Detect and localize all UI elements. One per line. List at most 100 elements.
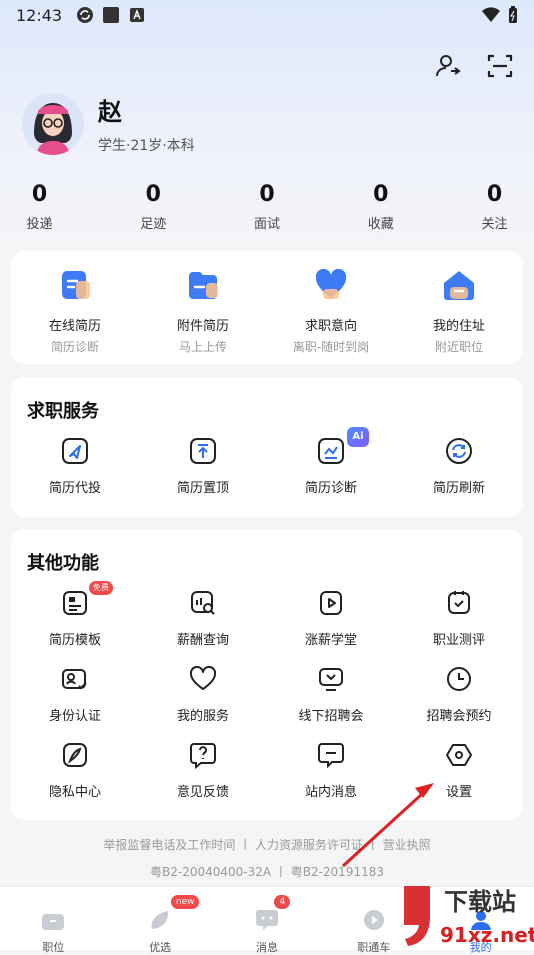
quick-title: 求职意向 (304, 319, 357, 334)
grid-label: 设置 (445, 785, 472, 800)
tab-label: 消息 (255, 941, 278, 954)
grid-label: 简历刷新 (432, 481, 485, 496)
battery-icon (509, 6, 517, 23)
career-test-button[interactable]: 职业测评 (395, 589, 523, 665)
watermark-title: 下载站 (444, 888, 516, 916)
stat-label: 面试 (253, 217, 280, 232)
feedback-button[interactable]: 意见反馈 (139, 741, 267, 817)
grid-label: 站内消息 (304, 785, 357, 800)
sync-icon (77, 7, 94, 23)
resume-delivery-button[interactable]: 简历代投 (11, 437, 139, 513)
resume-template-button[interactable]: 免费 简历模板 (11, 581, 139, 665)
message-bubble-icon (318, 743, 344, 769)
grid-label: 线下招聘会 (298, 709, 364, 724)
briefcase-icon (42, 911, 65, 930)
privacy-center-button[interactable]: 隐私中心 (11, 741, 139, 817)
grid-label: 简历置顶 (176, 481, 229, 496)
tab-messages[interactable]: 4 消息 (214, 887, 321, 954)
play-circle-icon (363, 910, 384, 930)
stat-label: 足迹 (140, 217, 167, 232)
offline-job-fair-button[interactable]: 线下招聘会 (267, 665, 395, 741)
salary-query-button[interactable]: 薪酬查询 (139, 589, 267, 665)
grid-label: 涨薪学堂 (304, 633, 357, 648)
avatar[interactable] (22, 92, 84, 155)
stats-row: 0 投递 0 足迹 0 面试 0 收藏 0 关注 (0, 182, 534, 232)
grid-label: 招聘会预约 (426, 709, 492, 724)
app-square-icon (103, 7, 120, 23)
quick-subtitle: 马上上传 (178, 340, 227, 354)
watermark-url: 91xz.net (440, 923, 534, 947)
home-icon (444, 271, 474, 300)
status-time: 12:43 (16, 5, 63, 25)
presentation-icon (319, 668, 343, 691)
ai-badge: Ai (347, 427, 369, 447)
quick-subtitle: 离职-随时到岗 (292, 340, 370, 354)
refresh-icon (446, 438, 472, 464)
stat-label: 关注 (481, 217, 508, 232)
resume-doc-icon (62, 271, 90, 299)
attachment-resume-button[interactable]: 附件简历 马上上传 (143, 251, 263, 355)
pin-top-icon (190, 438, 216, 464)
stat-deliveries[interactable]: 0 投递 (12, 182, 67, 232)
tab-jobs[interactable]: 职位 (0, 887, 107, 954)
grid-label: 简历代投 (48, 481, 101, 496)
heart-outline-icon (189, 665, 217, 690)
quick-title: 附件简历 (176, 319, 229, 334)
quick-actions-card: 在线简历 简历诊断 附件简历 马上上传 求职意向 离职-随时到岗 我的住址 附近… (11, 251, 523, 364)
settings-button[interactable]: 设置 (395, 741, 523, 817)
clock-icon (447, 667, 471, 691)
question-bubble-icon (190, 743, 216, 770)
a-icon (130, 8, 145, 22)
contact-switch-icon[interactable] (434, 52, 462, 80)
grid-label: 身份认证 (48, 709, 101, 724)
footer-line-1[interactable]: 举报监督电话及工作时间 丨 人力资源服务许可证 丨 营业执照 (0, 836, 534, 853)
stat-value: 0 (145, 182, 161, 207)
leaf-icon (151, 911, 169, 929)
stat-favorites[interactable]: 0 收藏 (353, 182, 408, 232)
grid-label: 职业测评 (432, 633, 485, 648)
stat-interviews[interactable]: 0 面试 (240, 182, 295, 232)
unread-count-badge: 4 (274, 895, 291, 909)
send-icon (62, 438, 88, 464)
salary-academy-button[interactable]: 涨薪学堂 (267, 589, 395, 665)
tab-label: 优选 (149, 941, 172, 954)
watermark-logo: 下载站 91xz.net (404, 886, 534, 947)
chat-icon (255, 910, 278, 930)
my-service-button[interactable]: 我的服务 (139, 665, 267, 741)
grid-label: 薪酬查询 (176, 633, 229, 648)
scan-icon[interactable] (486, 52, 514, 80)
quick-subtitle: 简历诊断 (50, 340, 99, 354)
site-message-button[interactable]: 站内消息 (267, 741, 395, 817)
quick-subtitle: 附近职位 (434, 340, 483, 354)
stat-value: 0 (259, 182, 275, 207)
identity-verify-button[interactable]: 身份认证 (11, 665, 139, 741)
resume-pin-button[interactable]: 简历置顶 (139, 437, 267, 513)
section-title: 其他功能 (27, 553, 99, 574)
profile-header[interactable]: 赵 学生·21岁·本科 (22, 92, 195, 155)
resume-diagnosis-button[interactable]: Ai 简历诊断 (267, 427, 395, 513)
calendar-check-icon (448, 591, 470, 614)
stat-value: 0 (373, 182, 389, 207)
status-bar: 12:43 (0, 0, 534, 30)
grid-label: 隐私中心 (48, 785, 101, 800)
section-title: 求职服务 (27, 401, 99, 422)
online-resume-button[interactable]: 在线简历 简历诊断 (15, 251, 135, 355)
grid-label: 意见反馈 (176, 785, 229, 800)
my-address-button[interactable]: 我的住址 附近职位 (399, 251, 519, 355)
grid-label: 我的服务 (176, 709, 229, 724)
user-desc: 学生·21岁·本科 (98, 138, 195, 154)
grid-label: 简历诊断 (304, 481, 357, 496)
tab-featured[interactable]: new 优选 (107, 887, 214, 954)
stat-label: 收藏 (367, 217, 394, 232)
heart-icon (315, 268, 347, 299)
stat-follows[interactable]: 0 关注 (467, 182, 522, 232)
footer-links: 举报监督电话及工作时间 丨 人力资源服务许可证 丨 营业执照 粤B2-20040… (0, 836, 534, 880)
stat-label: 投递 (26, 217, 53, 232)
job-fair-booking-button[interactable]: 招聘会预约 (395, 665, 523, 741)
grid-label: 简历模板 (48, 633, 101, 648)
other-functions-card: 其他功能 免费 简历模板 薪酬查询 涨薪学堂 职业测评 身份认证 我的服务 线下… (11, 529, 523, 820)
resume-refresh-button[interactable]: 简历刷新 (395, 437, 523, 513)
job-intention-button[interactable]: 求职意向 离职-随时到岗 (271, 251, 391, 355)
stat-footprint[interactable]: 0 足迹 (126, 182, 181, 232)
feather-pen-icon (63, 743, 87, 767)
